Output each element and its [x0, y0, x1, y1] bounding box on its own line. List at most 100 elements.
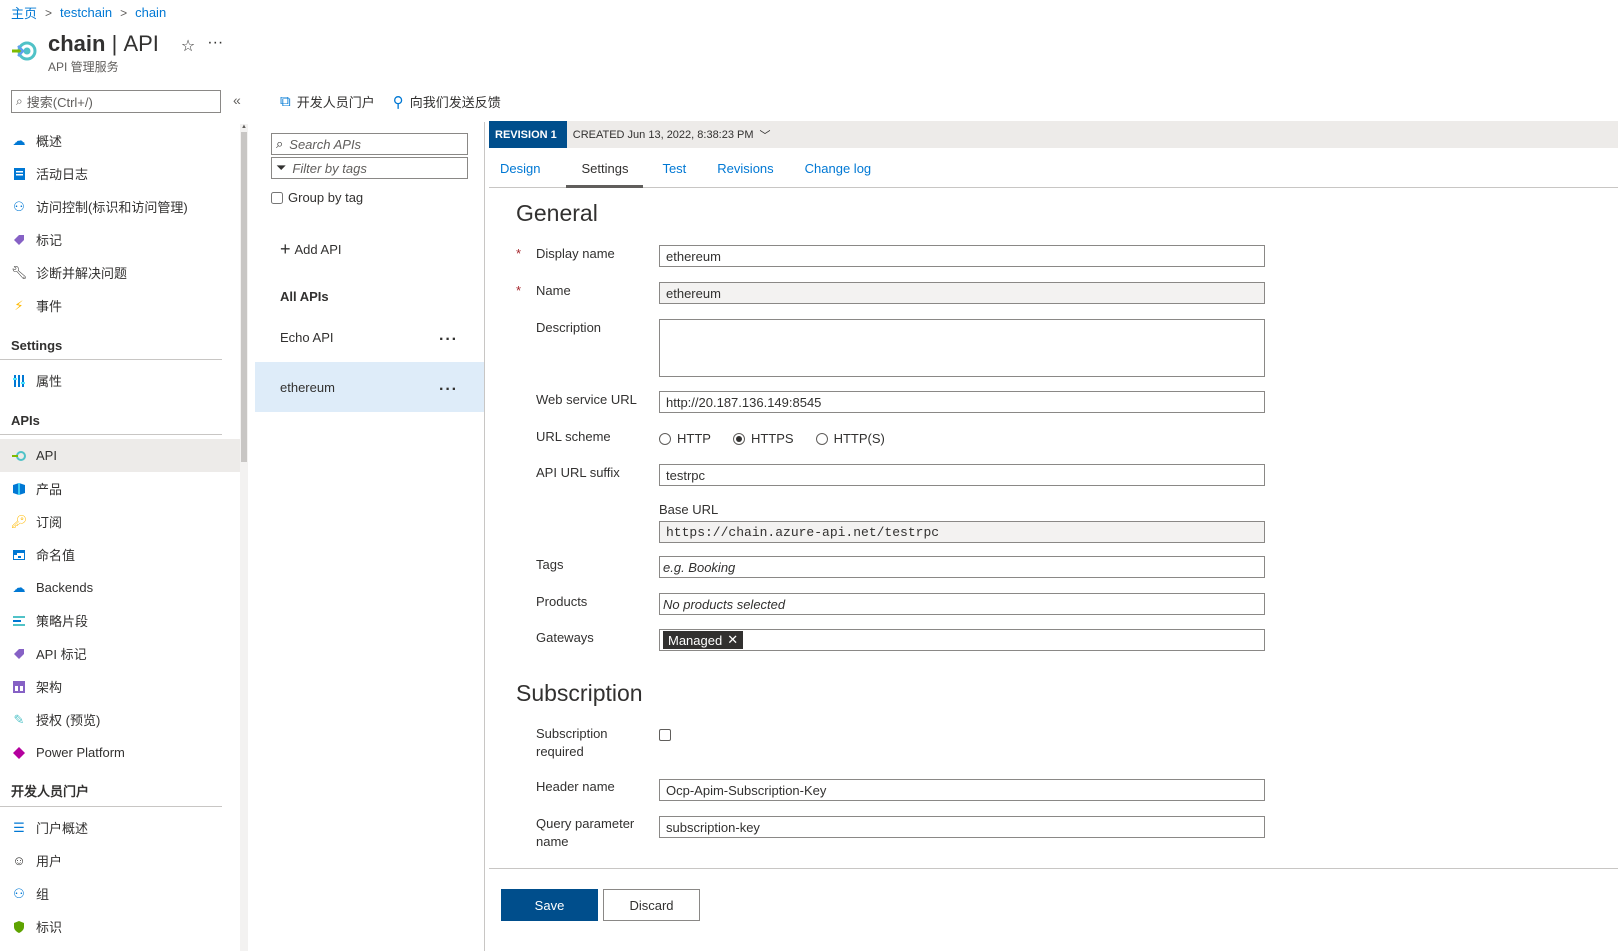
group-by-tag-check[interactable]	[271, 191, 283, 204]
nav-item-api-tags[interactable]: API 标记	[0, 637, 240, 670]
nav-item-power-platform[interactable]: Power Platform	[0, 736, 240, 769]
nav-item-label: 架构	[36, 680, 63, 695]
base-url-display: https://chain.azure-api.net/testrpc	[659, 521, 1265, 543]
nav-item-activity-log[interactable]: 活动日志	[0, 157, 240, 190]
feedback-button[interactable]: ⚲ 向我们发送反馈	[393, 92, 501, 111]
url-scheme-http-radio[interactable]: HTTP	[659, 431, 711, 446]
cloud-backend-icon: ☁	[12, 579, 26, 595]
developer-portal-button[interactable]: ⧉ 开发人员门户	[280, 92, 375, 111]
cloud-icon: ☁	[12, 132, 26, 148]
nav-item-tags[interactable]: 标记	[0, 223, 240, 256]
radio-button[interactable]	[815, 432, 828, 445]
nav-item-label: 授权 (预览)	[36, 713, 101, 728]
nav-item-label: 产品	[36, 482, 63, 497]
url-scheme-http-https-radio[interactable]: HTTP(S)	[815, 431, 885, 446]
nav-item-label: 组	[36, 887, 50, 902]
nav-section-label: Settings	[11, 338, 63, 353]
display-name-input[interactable]: ethereum	[659, 245, 1265, 267]
discard-button[interactable]: Discard	[603, 889, 700, 921]
nav-item-properties[interactable]: 属性	[0, 364, 240, 397]
nav-item-authorization[interactable]: ✎ 授权 (预览)	[0, 703, 240, 736]
nav-item-label: Backends	[36, 580, 94, 595]
lightning-icon: ⚡︎	[14, 297, 24, 313]
description-textarea[interactable]	[659, 319, 1265, 377]
tab-revisions[interactable]: Revisions	[706, 148, 784, 188]
breadcrumb-testchain[interactable]: testchain	[60, 5, 112, 20]
plus-icon: +	[280, 239, 291, 259]
nav-item-identities[interactable]: 标识	[0, 910, 240, 943]
query-parameter-label-line2: name	[536, 834, 569, 849]
tab-design[interactable]: Design	[489, 148, 551, 188]
scroll-up-icon[interactable]: ▲	[240, 124, 248, 130]
header-name-input[interactable]: Ocp-Apim-Subscription-Key	[659, 779, 1265, 801]
nav-item-named-values[interactable]: 命名值	[0, 538, 240, 571]
revision-created[interactable]: CREATED Jun 13, 2022, 8:38:23 PM ﹀	[573, 127, 771, 143]
save-button[interactable]: Save	[501, 889, 598, 921]
add-api-button[interactable]: + Add API	[280, 239, 342, 259]
api-list-item-ethereum[interactable]: ethereum ···	[255, 362, 484, 412]
nav-item-policy-fragments[interactable]: 策略片段	[0, 604, 240, 637]
name-input[interactable]: ethereum	[659, 282, 1265, 304]
resource-menu: ⌕ 搜索(Ctrl+/) « ☁ 概述 活动日志 ⚇ 访问控制(标识和访问管理) 标…	[0, 88, 248, 951]
more-options-icon[interactable]: ···	[439, 331, 458, 349]
shield-icon	[11, 919, 27, 935]
search-apis-input[interactable]: ⌕ Search APIs	[271, 133, 468, 155]
group-icon: ⚇	[13, 885, 25, 901]
command-bar: ⧉ 开发人员门户 ⚲ 向我们发送反馈	[280, 92, 501, 111]
api-list-item-echo[interactable]: Echo API ···	[255, 312, 484, 362]
query-parameter-input[interactable]: subscription-key	[659, 816, 1265, 838]
filter-tags-input[interactable]: ⏷ Filter by tags	[271, 157, 468, 179]
tags-input[interactable]: e.g. Booking	[659, 556, 1265, 578]
subscription-required-label: Subscription required	[536, 725, 608, 761]
scrollbar-thumb[interactable]	[241, 132, 247, 462]
nav-item-diagnose[interactable]: 🔧︎ 诊断并解决问题	[0, 256, 240, 289]
products-input[interactable]: No products selected	[659, 593, 1265, 615]
group-by-tag-checkbox[interactable]: Group by tag	[271, 190, 363, 205]
breadcrumb-chain[interactable]: chain	[135, 5, 166, 20]
breadcrumb: 主页 > testchain > chain	[11, 3, 166, 22]
menu-search-input[interactable]: ⌕ 搜索(Ctrl+/)	[11, 90, 221, 113]
tab-change-log[interactable]: Change log	[794, 148, 883, 188]
all-apis-item[interactable]: All APIs	[280, 289, 329, 304]
gateways-input[interactable]: Managed ✕	[659, 629, 1265, 651]
nav-item-portal-overview[interactable]: ☰ 门户概述	[0, 811, 240, 844]
properties-icon	[11, 373, 27, 389]
more-options-icon[interactable]: ···	[207, 34, 223, 52]
api-name: Echo API	[280, 329, 334, 345]
tab-test[interactable]: Test	[651, 148, 697, 188]
page-header: chain | API API 管理服务 ☆ ···	[10, 30, 223, 75]
nav-section-settings: Settings	[0, 322, 222, 360]
url-scheme-https-radio[interactable]: HTTPS	[732, 431, 794, 446]
nav-item-subscriptions[interactable]: 🔑︎ 订阅	[0, 505, 240, 538]
revision-badge[interactable]: REVISION 1	[489, 121, 567, 148]
collapse-menu-icon[interactable]: «	[233, 92, 241, 108]
radio-button-selected[interactable]	[732, 432, 745, 445]
nav-item-schemas[interactable]: 架构	[0, 670, 240, 703]
nav-item-access-control[interactable]: ⚇ 访问控制(标识和访问管理)	[0, 190, 240, 223]
more-options-icon[interactable]: ···	[439, 381, 458, 399]
subscription-section-title: Subscription	[516, 680, 643, 706]
favorite-star-icon[interactable]: ☆	[181, 36, 195, 56]
web-service-url-input[interactable]: http://20.187.136.149:8545	[659, 391, 1265, 413]
nav-item-groups[interactable]: ⚇ 组	[0, 877, 240, 910]
name-label: Name	[536, 283, 571, 298]
nav-item-users[interactable]: ☺ 用户	[0, 844, 240, 877]
search-apis-placeholder: Search APIs	[289, 136, 362, 152]
subscription-required-checkbox[interactable]	[659, 729, 671, 741]
feedback-label: 向我们发送反馈	[409, 95, 501, 110]
menu-scrollbar[interactable]: ▲	[240, 124, 248, 951]
revision-bar: REVISION 1 CREATED Jun 13, 2022, 8:38:23…	[489, 121, 1618, 148]
power-platform-icon	[11, 745, 27, 761]
nav-item-api[interactable]: API	[0, 439, 240, 472]
nav-item-label: 标记	[36, 233, 63, 248]
radio-label: HTTP	[677, 431, 711, 446]
api-url-suffix-input[interactable]: testrpc	[659, 464, 1265, 486]
breadcrumb-home[interactable]: 主页	[11, 3, 37, 22]
nav-item-overview[interactable]: ☁ 概述	[0, 124, 240, 157]
tab-settings[interactable]: Settings	[566, 148, 644, 188]
nav-item-products[interactable]: 产品	[0, 472, 240, 505]
close-icon[interactable]: ✕	[727, 632, 738, 648]
nav-item-events[interactable]: ⚡︎ 事件	[0, 289, 240, 322]
nav-item-backends[interactable]: ☁ Backends	[0, 571, 240, 604]
radio-button[interactable]	[659, 432, 671, 445]
